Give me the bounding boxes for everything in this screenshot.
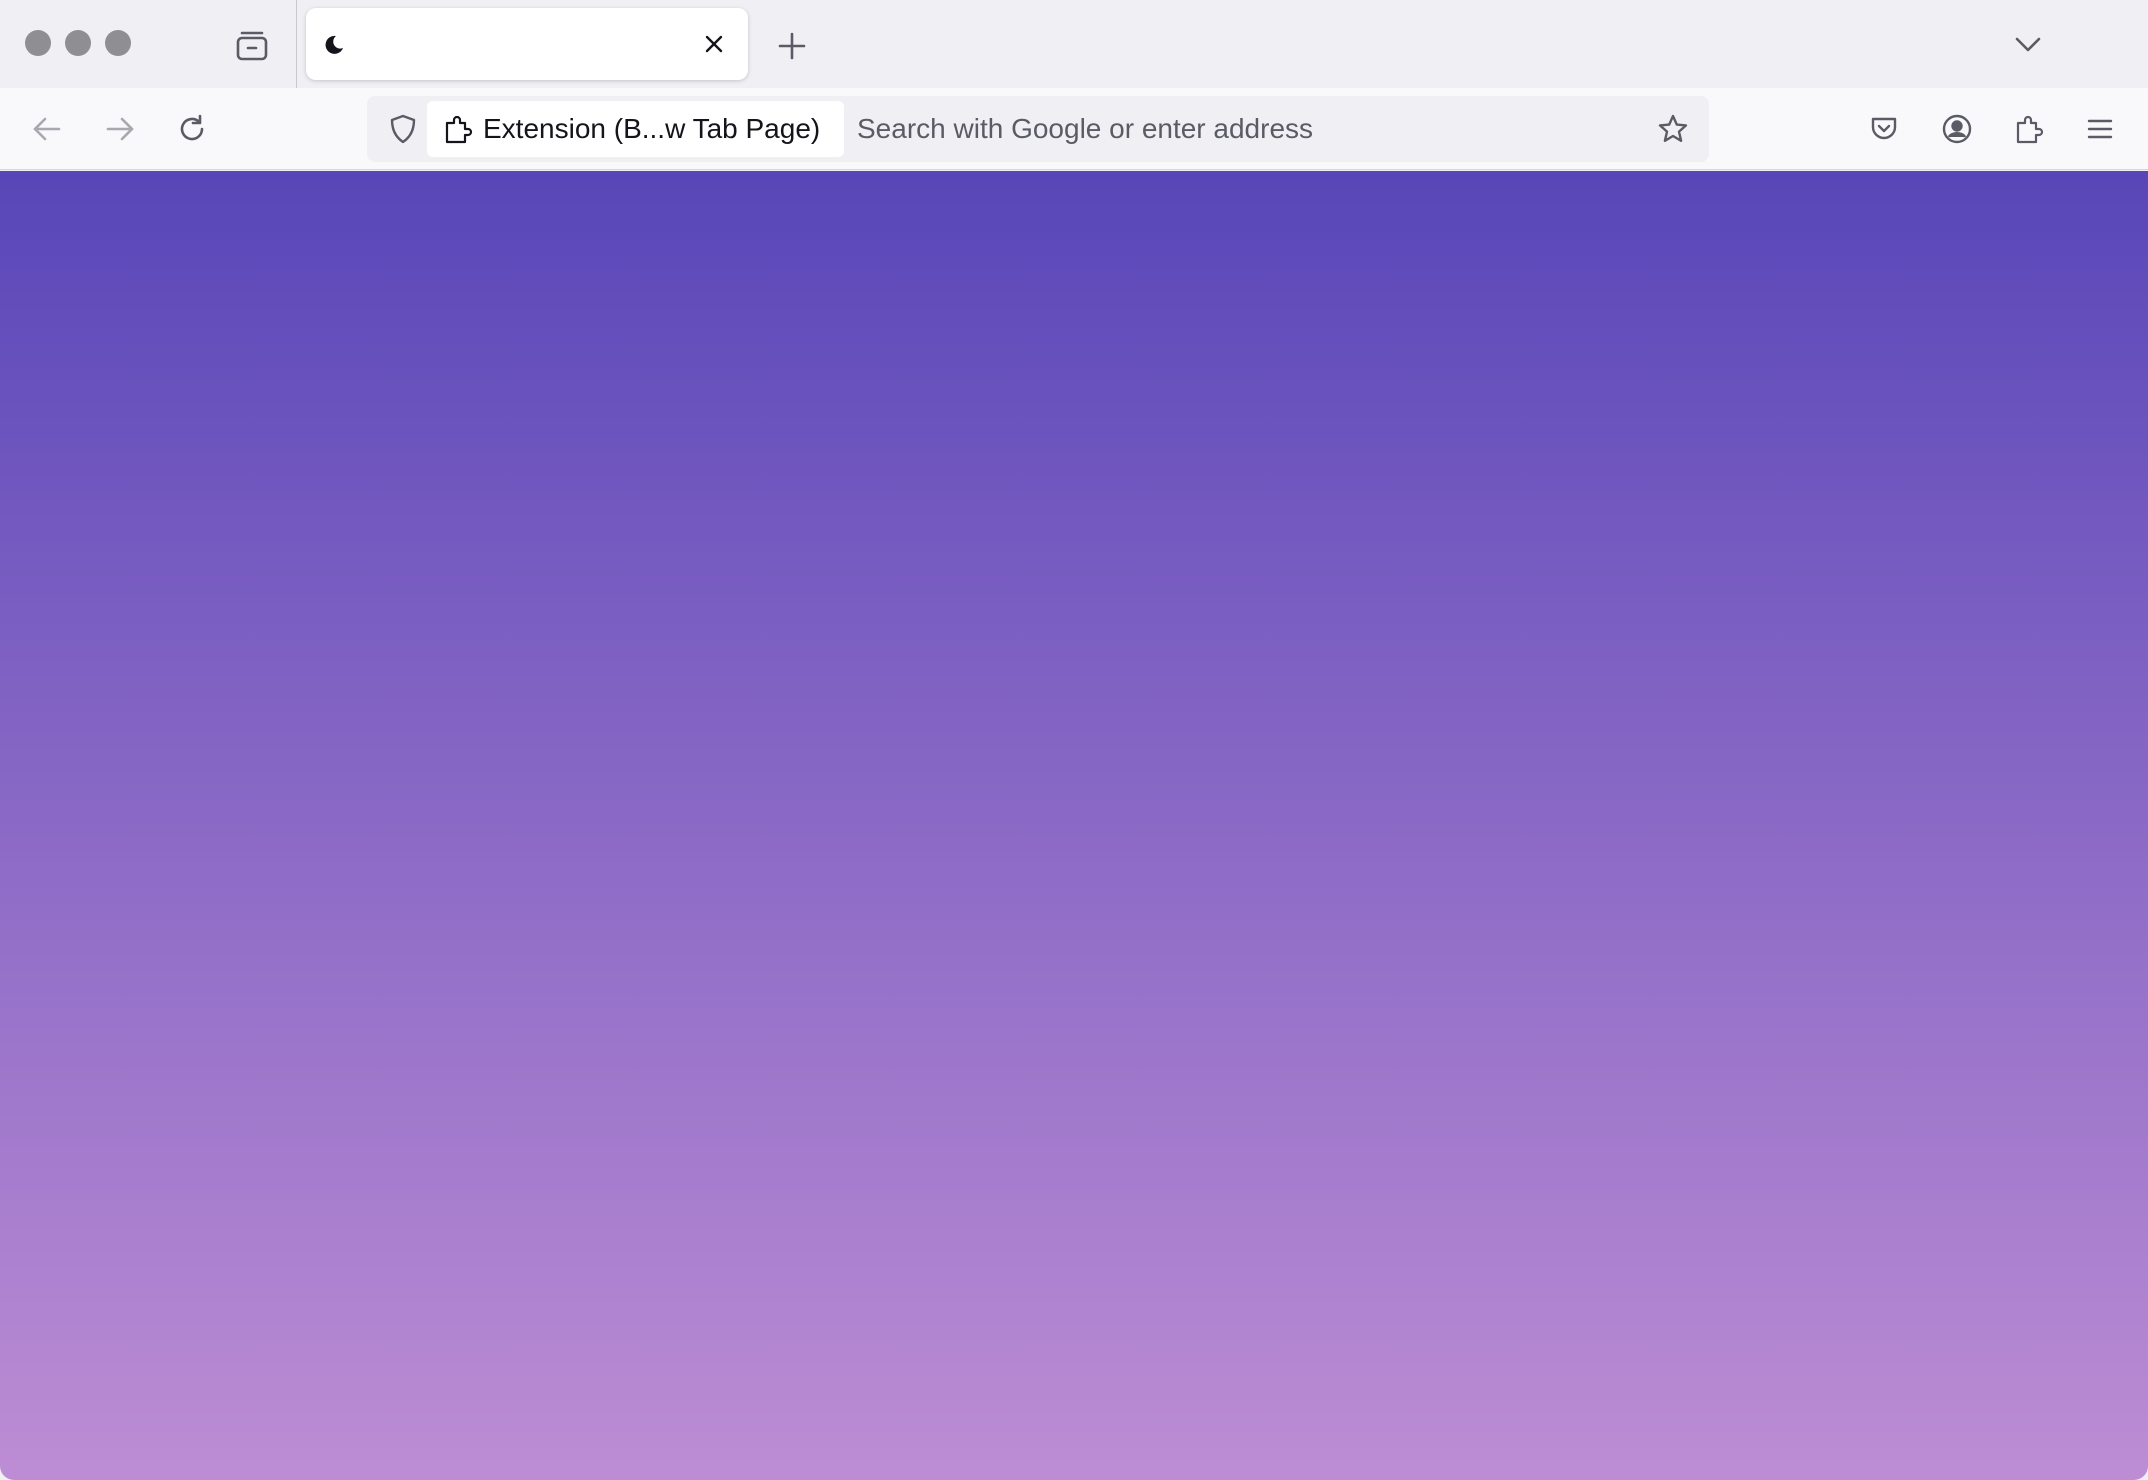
arrow-left-icon [33,117,61,141]
window-close-button[interactable] [25,30,51,56]
new-tab-button[interactable] [768,22,816,70]
tab-manager-button[interactable] [228,22,276,70]
chevron-down-icon [2015,37,2041,52]
identity-box[interactable]: Extension (B...w Tab Page) [427,101,845,157]
forward-button[interactable] [95,104,145,154]
tracking-protection-button[interactable] [379,105,427,153]
hamburger-menu-icon [2087,119,2113,139]
browser-window: Extension (B...w Tab Page) [0,0,2148,1480]
arrow-right-icon [106,117,134,141]
reload-button[interactable] [167,104,217,154]
star-icon [1658,114,1688,142]
shield-icon [390,114,416,144]
crescent-moon-icon [322,32,346,56]
tab-strip [0,0,2148,88]
close-icon [705,35,723,53]
window-maximize-button[interactable] [105,30,131,56]
bookmark-button[interactable] [1649,105,1697,153]
tab-active[interactable] [306,8,748,80]
address-input[interactable] [857,102,1617,156]
list-all-tabs-button[interactable] [2004,20,2052,68]
reload-icon [180,114,204,141]
tab-separator [296,0,297,88]
back-button[interactable] [22,104,72,154]
plus-icon [778,32,806,60]
navigation-toolbar: Extension (B...w Tab Page) [0,88,2148,170]
extensions-button[interactable] [2004,104,2054,154]
url-bar: Extension (B...w Tab Page) [367,96,1709,162]
tab-manager-icon [236,31,268,61]
puzzle-piece-icon [2016,115,2044,144]
account-icon [1942,114,1972,144]
pocket-icon [1871,117,1897,140]
tab-close-button[interactable] [694,24,734,64]
pocket-button[interactable] [1859,104,1909,154]
account-button[interactable] [1932,104,1982,154]
new-tab-page-background [0,171,2148,1480]
puzzle-piece-icon [445,115,473,144]
application-menu-button[interactable] [2075,104,2125,154]
identity-label: Extension (B...w Tab Page) [483,113,821,144]
window-minimize-button[interactable] [65,30,91,56]
